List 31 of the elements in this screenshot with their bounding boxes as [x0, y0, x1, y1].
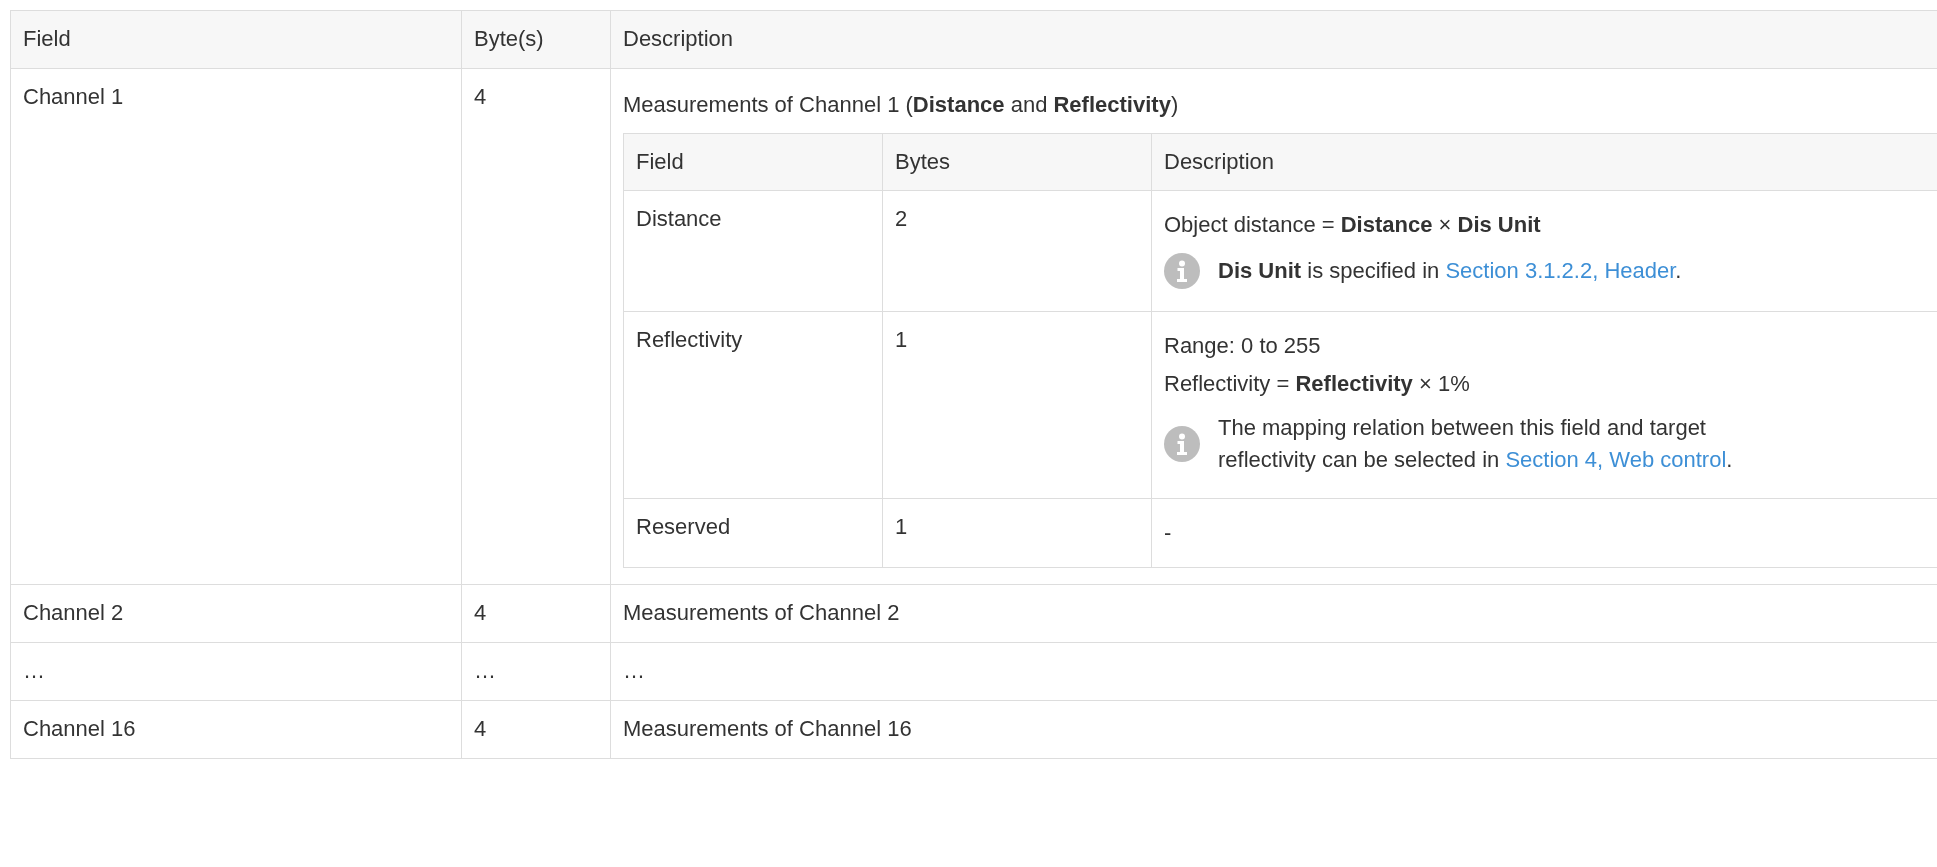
table-cell: 4 — [461, 68, 611, 585]
column-header: Bytes — [882, 133, 1152, 191]
table-cell: … — [461, 642, 611, 701]
description-text: Object distance = Distance × Dis Unit — [1164, 211, 1542, 239]
column-header: Field — [10, 10, 462, 69]
table-cell: 2 — [882, 190, 1152, 312]
description-text: Reflectivity = Reflectivity × 1% — [1164, 370, 1471, 398]
description-text: Measurements of Channel 1 (Distance and Reflectivity) — [623, 91, 1180, 119]
info-icon — [1164, 253, 1200, 289]
info-icon — [1164, 426, 1200, 462]
table-cell: 1 — [882, 311, 1152, 499]
table-cell: … — [10, 642, 462, 701]
description-text: - — [1164, 519, 1173, 547]
description-text: Range: 0 to 255 — [1164, 332, 1322, 360]
table-cell: Channel 1 — [10, 68, 462, 585]
column-header: Field — [623, 133, 883, 191]
table-cell: 1 — [882, 498, 1152, 568]
table-cell: Distance — [623, 190, 883, 312]
table-cell: 4 — [461, 584, 611, 643]
table-cell: Channel 2 — [10, 584, 462, 643]
column-header: Byte(s) — [461, 10, 611, 69]
table-cell: Reflectivity — [623, 311, 883, 499]
note-text: Dis Unit is specified in Section 3.1.2.2, Header. — [1218, 257, 1682, 285]
table-cell: Channel 16 — [10, 700, 462, 759]
section-link[interactable]: Section 3.1.2.2, Header — [1445, 258, 1676, 283]
section-link[interactable]: Section 4, Web control — [1505, 447, 1727, 472]
note-text: The mapping relation between this field and target reflectivity can be selected in Section 4, Web control. — [1218, 414, 1734, 474]
column-header: Description — [610, 10, 1937, 69]
table-cell: Reserved — [623, 498, 883, 568]
table-cell: 4 — [461, 700, 611, 759]
column-header: Description — [1151, 133, 1937, 191]
